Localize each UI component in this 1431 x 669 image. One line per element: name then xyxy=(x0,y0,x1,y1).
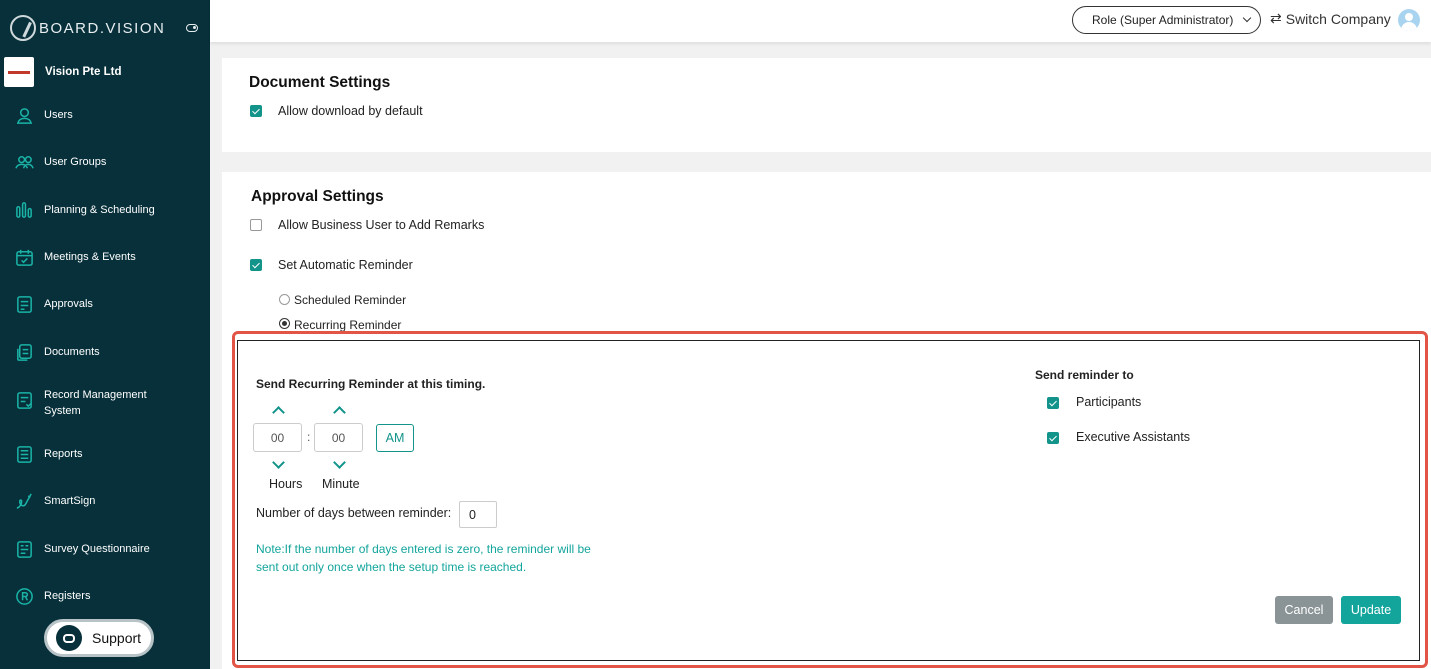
role-label: Role (Super Administrator) xyxy=(1092,13,1234,27)
sidebar-item-label: Approvals xyxy=(44,298,93,310)
hours-input[interactable]: 00 xyxy=(253,423,302,452)
sidebar-item-approvals[interactable]: Approvals xyxy=(0,294,210,314)
users-icon xyxy=(14,152,34,172)
document-check-icon xyxy=(14,294,34,314)
brand-name: BOARD.VISION xyxy=(39,19,166,37)
switch-company-button[interactable]: ⇄ Switch Company xyxy=(1270,10,1391,27)
allow-download-label: Allow download by default xyxy=(278,104,423,118)
document-settings-card: Document Settings Allow download by defa… xyxy=(222,58,1431,152)
chevron-down-icon xyxy=(1242,13,1252,23)
minutes-down-icon[interactable] xyxy=(333,456,346,469)
sidebar: BOARD.VISION Vision Pte Ltd Users User G… xyxy=(0,0,210,669)
company-logo xyxy=(4,57,34,87)
user-icon xyxy=(14,105,34,125)
sidebar-item-survey[interactable]: Survey Questionnaire xyxy=(0,539,210,559)
signature-icon xyxy=(14,491,34,511)
executive-assistants-label: Executive Assistants xyxy=(1076,430,1190,444)
topbar: Role (Super Administrator) ⇄ Switch Comp… xyxy=(210,0,1431,42)
chat-icon xyxy=(56,625,82,651)
scheduled-reminder-label: Scheduled Reminder xyxy=(294,293,407,307)
ampm-toggle-button[interactable]: AM xyxy=(376,424,414,452)
bars-icon xyxy=(14,200,34,220)
sidebar-item-label: User Groups xyxy=(44,156,107,168)
documents-icon xyxy=(14,342,34,362)
record-icon xyxy=(14,390,34,410)
hours-label: Hours xyxy=(269,477,303,491)
time-separator: : xyxy=(307,430,311,444)
send-to-title: Send reminder to xyxy=(1035,368,1134,382)
recurring-reminder-radio[interactable] xyxy=(279,318,290,329)
switch-company-label: Switch Company xyxy=(1285,10,1391,27)
recurring-timing-title: Send Recurring Reminder at this timing. xyxy=(256,377,486,391)
sidebar-item-reports[interactable]: Reports xyxy=(0,444,210,464)
allow-remarks-label: Allow Business User to Add Remarks xyxy=(278,218,485,232)
toggle-icon[interactable] xyxy=(186,24,198,32)
hours-down-icon[interactable] xyxy=(272,456,285,469)
company-switcher[interactable]: Vision Pte Ltd xyxy=(4,57,121,87)
sidebar-item-label: Survey Questionnaire xyxy=(44,543,150,555)
sidebar-item-user-groups[interactable]: User Groups xyxy=(0,152,210,172)
days-between-label: Number of days between reminder: xyxy=(256,506,452,520)
sidebar-item-label: Record Management System xyxy=(44,389,147,417)
sidebar-item-label: Meetings & Events xyxy=(44,251,136,263)
report-icon xyxy=(14,444,34,464)
calendar-icon xyxy=(14,247,34,267)
hours-up-icon[interactable] xyxy=(272,406,285,419)
survey-icon xyxy=(14,539,34,559)
registered-icon xyxy=(14,586,34,606)
sidebar-item-users[interactable]: Users xyxy=(0,105,210,125)
participants-checkbox[interactable] xyxy=(1047,397,1059,409)
scheduled-reminder-radio[interactable] xyxy=(279,294,290,305)
approval-settings-title: Approval Settings xyxy=(251,188,384,205)
participants-label: Participants xyxy=(1076,395,1142,409)
sidebar-item-record-management[interactable]: Record Management System xyxy=(0,386,210,420)
executive-assistants-checkbox[interactable] xyxy=(1047,432,1059,444)
allow-remarks-checkbox[interactable] xyxy=(250,219,262,231)
sidebar-item-label: Users xyxy=(44,109,73,121)
sidebar-item-meetings[interactable]: Meetings & Events xyxy=(0,247,210,267)
allow-download-checkbox[interactable] xyxy=(250,105,262,117)
support-label: Support xyxy=(92,630,142,646)
sidebar-item-label: Documents xyxy=(44,346,100,358)
days-between-input[interactable]: 0 xyxy=(459,501,497,528)
auto-reminder-checkbox[interactable] xyxy=(250,259,262,271)
support-button[interactable]: Support xyxy=(44,619,154,657)
document-settings-title: Document Settings xyxy=(249,74,391,91)
sidebar-item-registers[interactable]: Registers xyxy=(0,586,210,606)
brand[interactable]: BOARD.VISION xyxy=(10,14,165,42)
avatar[interactable] xyxy=(1398,9,1420,31)
sidebar-item-planning[interactable]: Planning & Scheduling xyxy=(0,200,210,220)
sidebar-item-documents[interactable]: Documents xyxy=(0,342,210,362)
minutes-input[interactable]: 00 xyxy=(314,423,363,452)
sidebar-item-label: SmartSign xyxy=(44,495,96,507)
minutes-up-icon[interactable] xyxy=(333,406,346,419)
sidebar-item-smartsign[interactable]: SmartSign xyxy=(0,491,210,511)
update-button[interactable]: Update xyxy=(1341,596,1401,624)
role-dropdown[interactable]: Role (Super Administrator) xyxy=(1072,6,1261,34)
sidebar-item-label: Reports xyxy=(44,448,83,460)
auto-reminder-label: Set Automatic Reminder xyxy=(278,258,413,272)
sidebar-item-label: Registers xyxy=(44,590,91,602)
switch-arrows-icon: ⇄ xyxy=(1270,10,1282,26)
cancel-button[interactable]: Cancel xyxy=(1275,596,1333,624)
company-name: Vision Pte Ltd xyxy=(45,66,122,78)
brand-logo-icon xyxy=(10,15,36,41)
sidebar-item-label: Planning & Scheduling xyxy=(44,204,155,216)
recurring-reminder-label: Recurring Reminder xyxy=(294,318,402,332)
recurring-reminder-panel: Send Recurring Reminder at this timing. … xyxy=(237,340,1420,661)
minute-label: Minute xyxy=(322,477,360,491)
reminder-note: Note:If the number of days entered is ze… xyxy=(256,542,591,574)
